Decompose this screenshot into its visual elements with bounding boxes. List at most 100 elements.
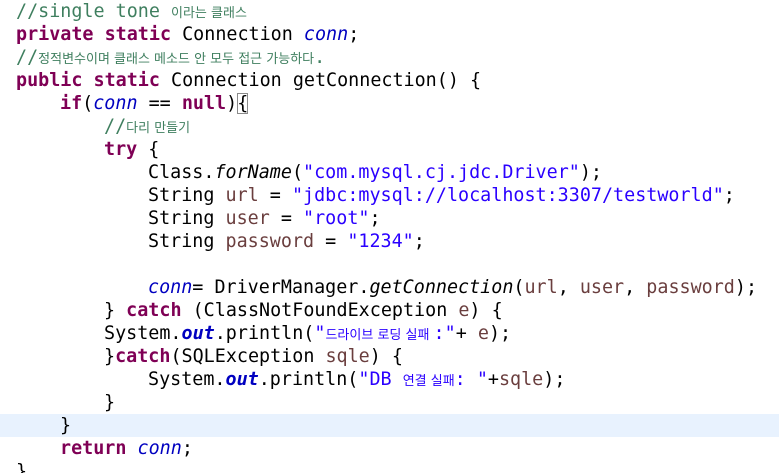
code-line[interactable]: Class.forName("com.mysql.cj.jdc.Driver")… <box>0 161 779 184</box>
code-token: private <box>16 24 94 45</box>
code-token: conn <box>148 277 193 298</box>
code-token: } <box>16 461 28 473</box>
code-token: ; <box>723 185 735 206</box>
code-token: : " <box>454 369 488 390</box>
code-token: = DriverManager. <box>192 277 370 298</box>
code-token: = <box>258 185 292 206</box>
code-token: out <box>181 323 215 344</box>
code-token: ; <box>369 208 381 229</box>
code-token: getConnection <box>369 277 514 298</box>
code-token: ) <box>226 93 238 114</box>
code-token: password <box>646 277 735 298</box>
code-line-text: String user = "root"; <box>148 207 381 230</box>
code-token: .println( <box>258 369 359 390</box>
code-token: static <box>104 24 172 45</box>
code-token: try <box>104 139 138 160</box>
code-token: catch <box>115 346 171 367</box>
code-line-text: Class.forName("com.mysql.cj.jdc.Driver")… <box>148 161 602 184</box>
code-token: = <box>314 231 348 252</box>
code-token: 이라는 클래스 <box>171 6 247 21</box>
matching-bracket: { <box>237 93 249 114</box>
code-line[interactable]: public static Connection getConnection()… <box>0 69 779 92</box>
code-line[interactable]: //다리 만들기 <box>0 115 779 138</box>
code-line[interactable] <box>0 253 779 276</box>
code-token: return <box>60 438 127 459</box>
code-line[interactable]: try { <box>0 138 779 161</box>
code-token: "com.mysql.cj.jdc.Driver" <box>303 162 580 183</box>
code-line[interactable]: String url = "jdbc:mysql://localhost:330… <box>0 184 779 207</box>
code-line[interactable]: String user = "root"; <box>0 207 779 230</box>
code-line[interactable]: System.out.println("DB 연결 실패: "+sqle); <box>0 368 779 391</box>
code-token: ; <box>348 24 360 45</box>
code-token: url <box>225 185 259 206</box>
code-token: ; <box>413 231 425 252</box>
code-line-text: } <box>60 414 71 437</box>
code-line[interactable]: private static Connection conn; <box>0 23 779 46</box>
code-token: } <box>104 346 116 367</box>
code-line-text: return conn; <box>60 437 193 460</box>
code-token: ); <box>488 323 512 344</box>
code-line-text: private static Connection conn; <box>16 23 359 46</box>
code-token: conn <box>137 438 182 459</box>
code-line-text: System.out.println("DB 연결 실패: "+sqle); <box>148 368 565 393</box>
code-line[interactable]: } <box>0 460 779 473</box>
code-token: conn <box>93 93 138 114</box>
code-token: ( <box>82 93 94 114</box>
code-token: String <box>148 208 226 229</box>
code-token: ) { <box>469 300 503 321</box>
code-line-text: //다리 만들기 <box>104 115 190 140</box>
code-line[interactable]: System.out.println("드라이브 로딩 실패 :"+ e); <box>0 322 779 345</box>
code-token: //single tone <box>16 1 172 22</box>
code-token: conn <box>303 24 349 45</box>
code-token: Connection getConnection() { <box>159 70 482 91</box>
code-line[interactable]: //정적변수이며 클래스 메소드 안 모두 접근 가능하다. <box>0 46 779 69</box>
code-token: "root" <box>303 208 370 229</box>
code-token: Connection <box>171 24 304 45</box>
code-token: ); <box>734 277 758 298</box>
code-line-text: conn= DriverManager.getConnection(url, u… <box>148 276 757 299</box>
code-token: :" <box>433 323 456 344</box>
code-token: (SQLException <box>170 346 326 367</box>
code-line[interactable]: } <box>0 414 779 437</box>
code-line[interactable]: conn= DriverManager.getConnection(url, u… <box>0 276 779 299</box>
code-token: forName <box>214 162 292 183</box>
code-token: System. <box>104 323 182 344</box>
code-token: sqle <box>498 369 544 390</box>
code-line-text: String url = "jdbc:mysql://localhost:330… <box>148 184 735 207</box>
code-token: (ClassNotFoundException <box>181 300 459 321</box>
code-token: 드라이브 로딩 실패 <box>325 328 434 343</box>
code-token: String <box>148 231 226 252</box>
code-line-text: //single tone 이라는 클래스 <box>16 0 247 25</box>
code-token: user <box>225 208 270 229</box>
code-line-text: //정적변수이며 클래스 메소드 안 모두 접근 가능하다. <box>16 46 325 71</box>
code-token: } <box>104 300 127 321</box>
code-line[interactable]: String password = "1234"; <box>0 230 779 253</box>
code-token: } <box>104 392 116 413</box>
code-line[interactable]: }catch(SQLException sqle) { <box>0 345 779 368</box>
code-token: 연결 실패 <box>402 374 455 389</box>
code-token: ); <box>543 369 566 390</box>
code-line[interactable]: //single tone 이라는 클래스 <box>0 0 779 23</box>
code-editor[interactable]: //single tone 이라는 클래스 private static Conn… <box>0 0 779 473</box>
code-line-text: String password = "1234"; <box>148 230 425 253</box>
code-token: ) { <box>369 346 403 367</box>
code-token: ; <box>181 438 193 459</box>
code-token: // <box>16 47 39 68</box>
code-token: public <box>16 70 83 91</box>
code-token: = <box>269 208 304 229</box>
code-line[interactable]: if(conn == null){ <box>0 92 779 115</box>
code-token: static <box>93 70 160 91</box>
code-token: 정적변수이며 클래스 메소드 안 모두 접근 가능하다 <box>38 52 315 67</box>
code-token: out <box>225 369 259 390</box>
code-token: "1234" <box>347 231 414 252</box>
code-token: . <box>314 47 326 68</box>
code-line[interactable]: } <box>0 391 779 414</box>
code-line[interactable]: } catch (ClassNotFoundException e) { <box>0 299 779 322</box>
code-token: "DB <box>358 369 403 390</box>
code-token: ( <box>513 277 525 298</box>
code-line[interactable]: return conn; <box>0 437 779 460</box>
code-token: , <box>624 277 647 298</box>
